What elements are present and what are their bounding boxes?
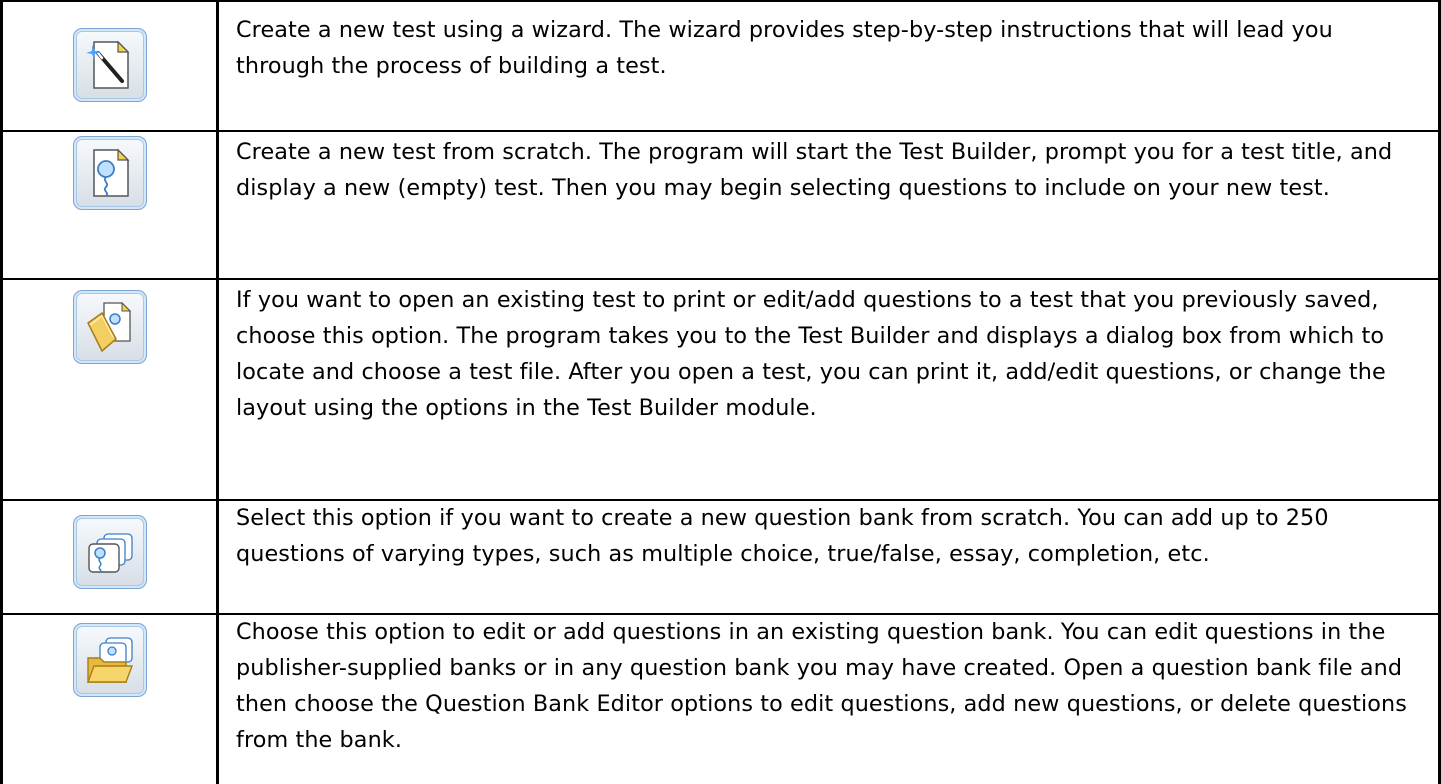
option-description: Choose this option to edit or add questi… bbox=[236, 619, 1407, 753]
option-description: Select this option if you want to create… bbox=[236, 505, 1329, 567]
options-table: Create a new test using a wizard. The wi… bbox=[0, 0, 1441, 784]
new-test-wizard-icon bbox=[85, 40, 129, 89]
open-test-button[interactable] bbox=[72, 290, 147, 364]
icon-cell bbox=[3, 513, 216, 589]
option-description: If you want to open an existing test to … bbox=[236, 287, 1386, 421]
new-question-bank-button[interactable] bbox=[72, 515, 147, 589]
new-test-button[interactable] bbox=[72, 136, 147, 210]
new-test-icon bbox=[92, 148, 129, 197]
option-description: Create a new test from scratch. The prog… bbox=[236, 139, 1393, 201]
table-row: Select this option if you want to create… bbox=[0, 501, 1441, 613]
table-row: Choose this option to edit or add questi… bbox=[0, 615, 1441, 784]
option-description: Create a new test using a wizard. The wi… bbox=[236, 17, 1333, 79]
icon-cell bbox=[3, 26, 216, 102]
icon-cell bbox=[3, 134, 216, 210]
new-question-bank-icon bbox=[87, 533, 133, 573]
open-question-bank-icon bbox=[86, 637, 133, 683]
new-test-wizard-button[interactable] bbox=[72, 28, 147, 102]
table-row: Create a new test from scratch. The prog… bbox=[0, 132, 1441, 278]
icon-cell bbox=[3, 621, 216, 697]
open-question-bank-button[interactable] bbox=[72, 623, 147, 697]
table-row: If you want to open an existing test to … bbox=[0, 280, 1441, 499]
open-test-icon bbox=[86, 301, 131, 353]
icon-cell bbox=[3, 288, 216, 364]
table-row: Create a new test using a wizard. The wi… bbox=[0, 2, 1441, 130]
